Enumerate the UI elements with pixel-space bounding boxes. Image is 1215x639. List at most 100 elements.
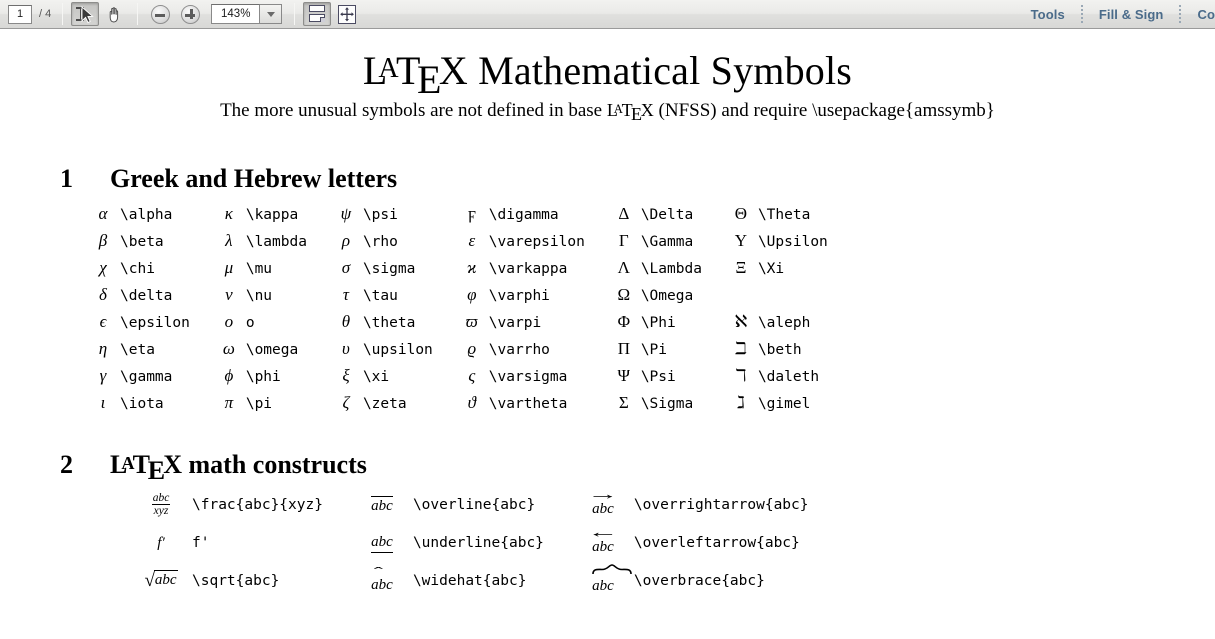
latex-e: E — [630, 103, 642, 124]
fit-page-button[interactable] — [333, 2, 361, 26]
symbol-glyph: Ξ — [735, 258, 747, 277]
symbol-command: \Pi — [640, 342, 668, 358]
left-arrow-accent-icon: ← — [587, 525, 619, 541]
chevron-down-icon — [266, 11, 275, 17]
symbol-command — [758, 282, 828, 309]
symbol-command: \varphi — [488, 288, 550, 304]
right-arrow-accent-icon: → — [587, 487, 619, 503]
symbol-command: \varpi — [488, 315, 542, 331]
symbol-command: \epsilon — [120, 315, 190, 331]
symbol-glyph: π — [224, 393, 234, 412]
symbol-command: \beta — [120, 234, 164, 250]
select-tool-button[interactable] — [71, 2, 100, 26]
construct-command: \overbrace{abc} — [633, 573, 765, 589]
construct-command: \overline{abc} — [412, 497, 536, 513]
construct-command: \overrightarrow{abc} — [633, 497, 809, 513]
symbol-command: \Sigma — [640, 396, 694, 412]
symbol-command: \alpha — [120, 207, 173, 223]
zoom-out-button[interactable] — [146, 2, 174, 26]
symbol-glyph: ζ — [342, 393, 350, 412]
symbol-command: \Theta — [757, 207, 811, 223]
latex-a: A — [613, 101, 623, 116]
hand-tool-button[interactable] — [101, 2, 129, 26]
construct-render-overline: abc — [351, 486, 413, 524]
fill-and-sign-menu-button[interactable]: Fill & Sign — [1083, 0, 1180, 29]
symbol-glyph: θ — [341, 312, 351, 331]
symbol-glyph: δ — [99, 285, 107, 304]
symbol-glyph: α — [98, 204, 108, 223]
symbol-glyph: ς — [468, 366, 476, 385]
table-row: γ \gamma ϕ \phi ξ \xi ς \varsigma Ψ \Psi… — [86, 363, 828, 390]
symbol-glyph: Ω — [617, 285, 631, 304]
symbol-glyph: λ — [225, 231, 233, 250]
symbol-command: \xi — [362, 369, 390, 385]
symbol-glyph — [724, 282, 758, 309]
construct-render-widehat: ̂ abc — [351, 562, 413, 600]
subtitle-part-a: The more unusual symbols are not defined… — [220, 100, 607, 121]
symbol-command: \varrho — [488, 342, 550, 358]
symbol-glyph: Σ — [618, 393, 629, 412]
symbol-glyph: o — [224, 312, 234, 331]
symbol-glyph: Γ — [618, 231, 629, 250]
overrightarrow-base: abc — [592, 501, 614, 517]
select-cursor-icon — [75, 5, 95, 24]
construct-render-overleftarrow: ← abc — [572, 524, 634, 562]
overbrace-icon — [592, 564, 632, 575]
symbol-command: \Omega — [640, 288, 694, 304]
pdf-page-content[interactable]: LATEX Mathematical Symbols The more unus… — [0, 29, 1215, 639]
table-row: δ \delta ν \nu τ \tau φ \varphi Ω \Omega — [86, 282, 828, 309]
comment-menu-button[interactable]: Co — [1181, 0, 1215, 29]
tools-menu-button[interactable]: Tools — [1015, 0, 1081, 29]
latex-logo: LATEX — [363, 47, 468, 102]
symbol-glyph: Ψ — [617, 366, 631, 385]
zoom-in-button[interactable] — [176, 2, 204, 26]
symbol-glyph: ℷ — [736, 393, 745, 412]
table-row: η \eta ω \omega υ \upsilon ϱ \varrho Π \… — [86, 336, 828, 363]
symbol-command: \varkappa — [488, 261, 568, 277]
zoom-level-input[interactable]: 143% — [211, 4, 261, 24]
greek-hebrew-table: α \alpha κ \kappa ψ \psi ϝ \digamma Δ \D… — [86, 201, 828, 417]
table-row: √abc \sqrt{abc} ̂ abc \widehat{abc} abc … — [130, 562, 809, 600]
overleftarrow-base: abc — [592, 539, 614, 555]
construct-command: \underline{abc} — [412, 535, 544, 551]
symbol-glyph: ϰ — [467, 258, 477, 277]
section-1-heading: 1 Greek and Hebrew letters — [60, 164, 1215, 194]
overline-base: abc — [371, 495, 393, 514]
symbol-command: \daleth — [757, 369, 820, 385]
single-page-view-button[interactable] — [303, 2, 332, 26]
page-number-input[interactable]: 1 — [8, 4, 32, 24]
latex-x: X — [163, 450, 182, 479]
symbol-glyph: Θ — [734, 204, 748, 223]
table-row: β \beta λ \lambda ρ \rho ε \varepsilon Γ… — [86, 228, 828, 255]
symbol-command: \nu — [245, 288, 273, 304]
symbol-glyph: ε — [468, 231, 476, 250]
symbol-glyph: ϵ — [99, 312, 107, 331]
construct-render-frac: abc xyz — [130, 486, 192, 524]
symbol-command: \gimel — [757, 396, 811, 412]
symbol-command: \mu — [245, 261, 273, 277]
section-1-number: 1 — [60, 164, 73, 193]
symbol-glyph: ϱ — [467, 339, 477, 358]
symbol-glyph: χ — [99, 258, 107, 277]
subtitle-part-b: (NFSS) and require \usepackage{amssymb} — [653, 100, 995, 121]
symbol-command: \Upsilon — [757, 234, 828, 250]
symbol-command: \sigma — [362, 261, 416, 277]
symbol-command: \zeta — [362, 396, 407, 412]
construct-render-overbrace: abc — [572, 562, 634, 600]
symbol-glyph: ℶ — [735, 339, 747, 358]
symbol-command: \tau — [362, 288, 398, 304]
symbol-command: \kappa — [245, 207, 299, 223]
symbol-command: \varsigma — [488, 369, 568, 385]
latex-x: X — [438, 48, 468, 93]
latex-x: X — [640, 100, 654, 120]
symbol-command: \rho — [362, 234, 398, 250]
construct-command: \sqrt{abc} — [192, 573, 280, 589]
construct-command: \overleftarrow{abc} — [633, 535, 800, 551]
symbol-glyph: β — [98, 231, 108, 250]
symbol-command: \theta — [362, 315, 416, 331]
zoom-dropdown-button[interactable] — [260, 4, 283, 24]
hand-icon — [105, 5, 125, 24]
symbol-glyph: ℸ — [735, 366, 747, 385]
toolbar-divider — [294, 3, 296, 25]
symbol-command: \eta — [120, 342, 155, 358]
